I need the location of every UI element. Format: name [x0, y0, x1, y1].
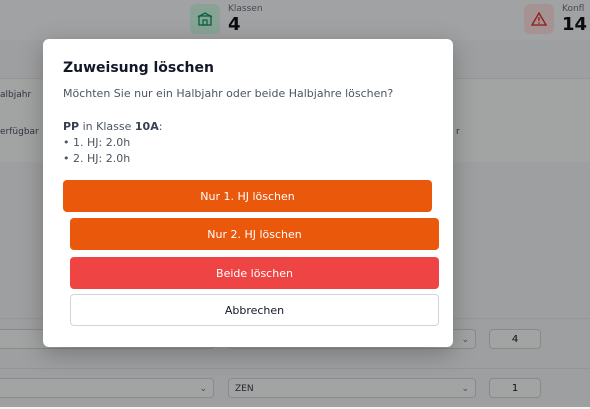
colon-text: : [158, 120, 163, 133]
dialog-subtitle: Möchten Sie nur ein Halbjahr oder beide … [63, 87, 394, 100]
assignment-details: PP in Klasse 10A: • 1. HJ: 2.0h • 2. HJ:… [63, 119, 162, 167]
dialog-title: Zuweisung löschen [63, 60, 214, 76]
in-class-text: in Klasse [79, 120, 135, 133]
hj2-hours: • 2. HJ: 2.0h [63, 152, 131, 165]
subject-name: PP [63, 120, 80, 133]
delete-both-button[interactable]: Beide löschen [70, 257, 439, 289]
hj1-hours: • 1. HJ: 2.0h [63, 136, 131, 149]
delete-hj1-button[interactable]: Nur 1. HJ löschen [63, 180, 432, 212]
cancel-button[interactable]: Abbrechen [70, 294, 439, 326]
delete-assignment-dialog: Zuweisung löschen Möchten Sie nur ein Ha… [43, 39, 453, 347]
delete-hj2-button[interactable]: Nur 2. HJ löschen [70, 218, 439, 250]
class-name: 10A [134, 120, 159, 133]
